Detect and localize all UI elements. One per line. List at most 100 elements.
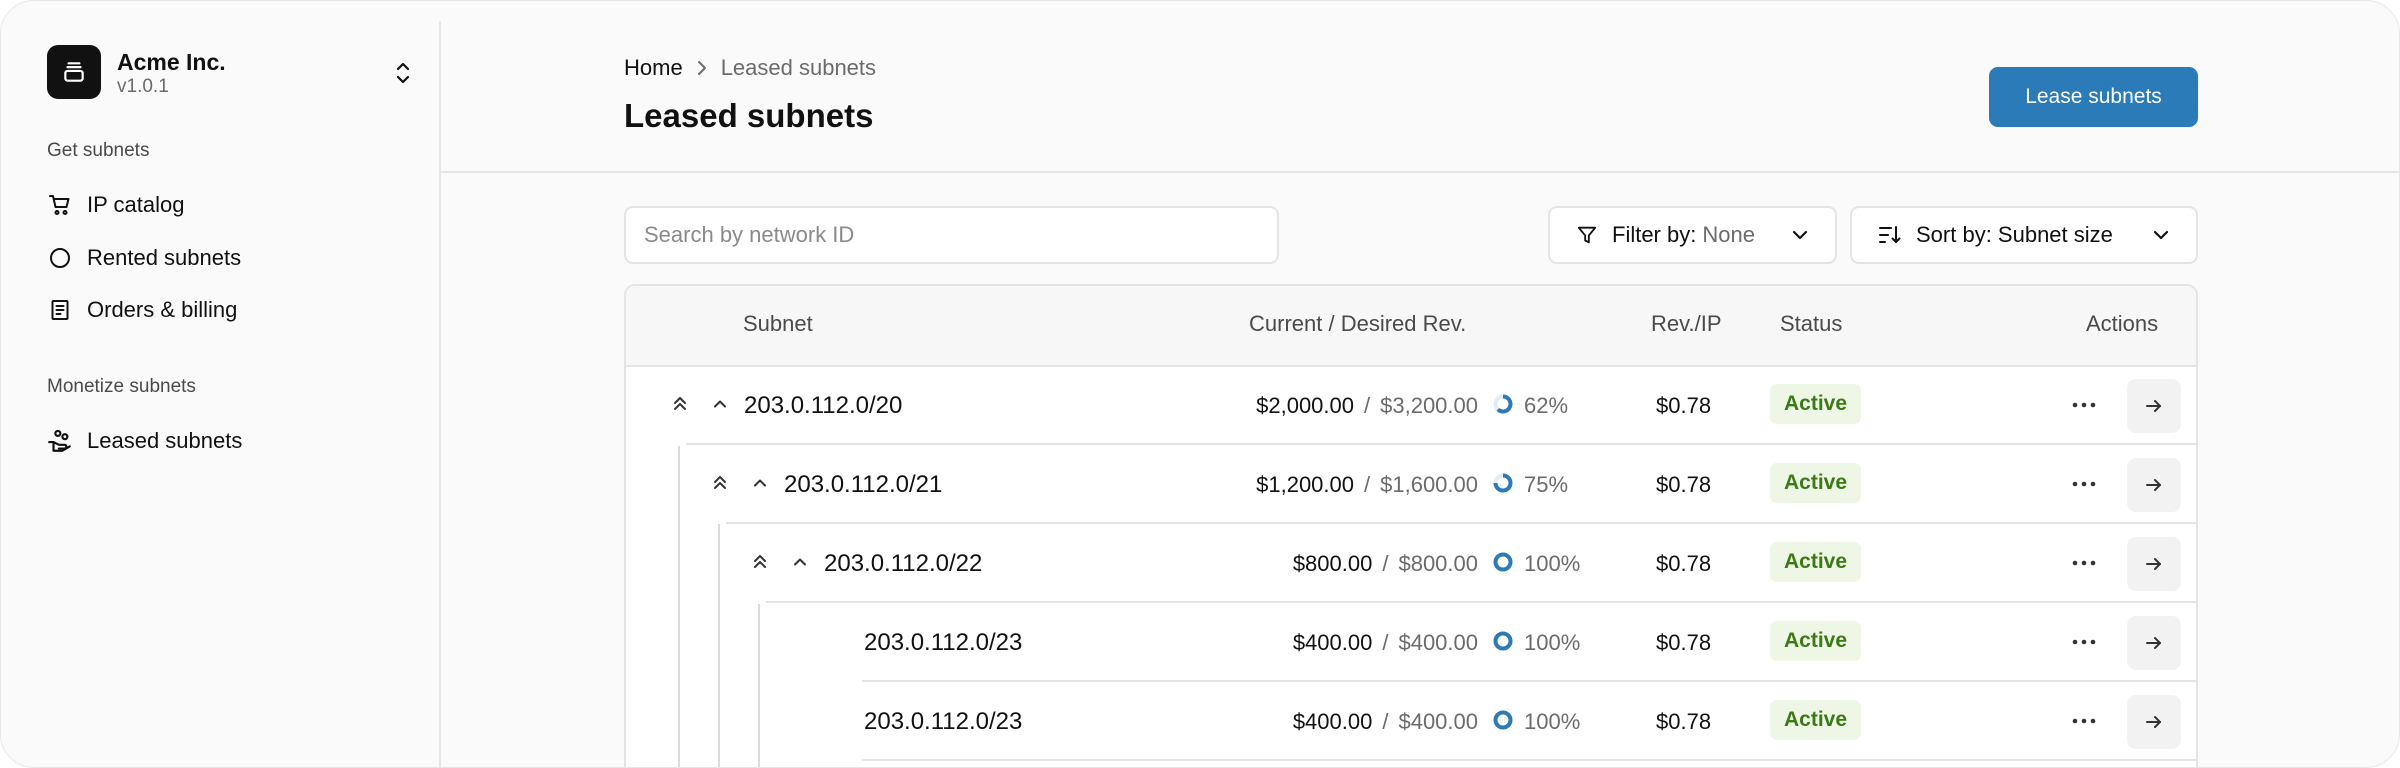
revenue-cell: $400.00 / $400.00 bbox=[1293, 630, 1478, 656]
column-header-subnet[interactable]: Subnet bbox=[743, 311, 813, 337]
arrow-right-icon[interactable] bbox=[2127, 616, 2181, 670]
lease-subnets-button[interactable]: Lease subnets bbox=[1989, 67, 2198, 127]
progress-ring-fill bbox=[1493, 552, 1513, 572]
more-actions-icon[interactable] bbox=[2064, 701, 2104, 741]
rev-ip-cell: $0.78 bbox=[1656, 393, 1712, 418]
sidebar-item-leased-subnets[interactable]: Leased subnets bbox=[47, 421, 417, 461]
progress-ring-fill bbox=[1493, 710, 1513, 730]
filter-value: None bbox=[1702, 222, 1755, 247]
chevron-up-icon[interactable] bbox=[706, 390, 734, 418]
chevron-down-icon bbox=[2152, 226, 2170, 244]
table-row[interactable]: 203.0.112.0/20 $2,000.00 / $3,200.00 62% $… bbox=[626, 365, 2196, 445]
status-badge: Active bbox=[1770, 542, 1862, 582]
org-logo bbox=[47, 45, 101, 99]
desired-revenue: $1,600.00 bbox=[1380, 472, 1478, 497]
sidebar: Acme Inc. v1.0.1 Get subnets IP catalog … bbox=[1, 1, 439, 767]
more-actions-icon[interactable] bbox=[2064, 622, 2104, 662]
receipt-icon bbox=[47, 297, 73, 323]
revenue-cell: $800.00 / $800.00 bbox=[1293, 551, 1478, 577]
column-header-rev-ip[interactable]: Rev./IP bbox=[1651, 311, 1722, 337]
revenue-separator: / bbox=[1382, 709, 1389, 734]
sidebar-item-rented-subnets[interactable]: Rented subnets bbox=[47, 238, 417, 278]
rev-ip-cell: $0.78 bbox=[1656, 709, 1712, 734]
sort-label: Sort by: Subnet size bbox=[1916, 222, 2113, 247]
sidebar-divider bbox=[439, 21, 441, 767]
sort-button[interactable]: Sort by: Subnet size bbox=[1850, 206, 2198, 264]
sort-icon bbox=[1878, 224, 1902, 246]
page-title: Leased subnets bbox=[624, 97, 874, 134]
more-actions-icon[interactable] bbox=[2064, 543, 2104, 583]
chevron-up-icon[interactable] bbox=[746, 469, 774, 497]
arrow-right-icon[interactable] bbox=[2127, 379, 2181, 433]
sidebar-item-orders-billing[interactable]: Orders & billing bbox=[47, 290, 417, 330]
current-revenue: $800.00 bbox=[1292, 551, 1373, 576]
table-row[interactable]: 203.0.112.0/22 $800.00 / $800.00 100% $0.7… bbox=[626, 523, 2196, 603]
org-version: v1.0.1 bbox=[117, 76, 169, 97]
header-divider bbox=[441, 171, 2399, 173]
section-title-monetize-subnets: Monetize subnets bbox=[47, 376, 196, 397]
column-header-revenue[interactable]: Current / Desired Rev. bbox=[1249, 311, 1466, 337]
status-badge: Active bbox=[1770, 384, 1862, 424]
breadcrumb: Home Leased subnets bbox=[624, 55, 876, 81]
percent-cell: 75% bbox=[1524, 472, 1569, 497]
subnet-cell: 203.0.112.0/20 bbox=[744, 392, 903, 419]
table-row[interactable]: 203.0.112.0/23 $400.00 / $400.00 100% $0.7… bbox=[626, 602, 2196, 682]
desired-revenue: $800.00 bbox=[1398, 551, 1478, 576]
sidebar-item-label: IP catalog bbox=[87, 192, 185, 217]
status-badge: Active bbox=[1770, 463, 1862, 503]
progress-ring-icon bbox=[1493, 394, 1513, 414]
rev-ip-cell: $0.78 bbox=[1656, 472, 1712, 497]
chevrons-up-down-icon[interactable] bbox=[389, 59, 417, 87]
more-actions-icon[interactable] bbox=[2064, 385, 2104, 425]
breadcrumb-home-link[interactable]: Home bbox=[624, 55, 683, 81]
table-header: Subnet Current / Desired Rev. Rev./IP St… bbox=[626, 286, 2196, 367]
sidebar-item-label: Rented subnets bbox=[87, 245, 242, 270]
desired-revenue: $400.00 bbox=[1398, 709, 1478, 734]
filter-icon bbox=[1576, 224, 1598, 246]
revenue-separator: / bbox=[1364, 472, 1371, 497]
breadcrumb-current: Leased subnets bbox=[720, 55, 877, 80]
arrow-right-icon[interactable] bbox=[2127, 537, 2181, 591]
subnets-table: Subnet Current / Desired Rev. Rev./IP St… bbox=[624, 284, 2198, 767]
sidebar-item-label: Orders & billing bbox=[87, 297, 238, 322]
progress-ring-icon bbox=[1493, 710, 1513, 730]
org-switcher[interactable]: Acme Inc. v1.0.1 bbox=[47, 45, 417, 101]
progress-ring-fill bbox=[1493, 631, 1513, 651]
app-window: Acme Inc. v1.0.1 Get subnets IP catalog … bbox=[0, 0, 2400, 768]
progress-ring-icon bbox=[1493, 473, 1513, 493]
column-header-status: Status bbox=[1780, 311, 1843, 336]
org-name: Acme Inc. bbox=[117, 49, 226, 75]
search-field bbox=[624, 206, 1279, 264]
filter-label: Filter by: bbox=[1612, 222, 1697, 247]
filter-button[interactable]: Filter by: None bbox=[1548, 206, 1837, 264]
more-actions-icon[interactable] bbox=[2064, 464, 2104, 504]
current-revenue: $400.00 bbox=[1292, 709, 1373, 734]
chevron-right-icon bbox=[695, 59, 709, 77]
revenue-cell: $400.00 / $400.00 bbox=[1293, 709, 1478, 735]
table-row[interactable]: 203.0.112.0/21 $1,200.00 / $1,600.00 75% $… bbox=[626, 444, 2196, 524]
current-revenue: $2,000.00 bbox=[1256, 393, 1354, 418]
chevrons-up-icon[interactable] bbox=[746, 548, 774, 576]
chevrons-up-icon[interactable] bbox=[666, 390, 694, 418]
sidebar-item-ip-catalog[interactable]: IP catalog bbox=[47, 185, 417, 225]
chevrons-up-icon[interactable] bbox=[706, 469, 734, 497]
percent-cell: 62% bbox=[1524, 393, 1569, 418]
revenue-separator: / bbox=[1382, 551, 1389, 576]
chevron-up-icon[interactable] bbox=[786, 548, 814, 576]
desired-revenue: $3,200.00 bbox=[1380, 393, 1478, 418]
status-badge: Active bbox=[1770, 700, 1862, 740]
arrow-right-icon[interactable] bbox=[2127, 695, 2181, 749]
progress-ring-icon bbox=[1493, 552, 1513, 572]
revenue-cell: $2,000.00 / $3,200.00 bbox=[1256, 393, 1478, 419]
current-revenue: $1,200.00 bbox=[1256, 472, 1354, 497]
cart-icon bbox=[47, 192, 73, 218]
search-input[interactable] bbox=[626, 208, 1277, 262]
chevron-down-icon bbox=[1791, 226, 1809, 244]
revenue-separator: / bbox=[1364, 393, 1371, 418]
rev-ip-cell: $0.78 bbox=[1656, 551, 1712, 576]
table-row[interactable]: 203.0.112.0/23 $400.00 / $400.00 100% $0.7… bbox=[626, 681, 2196, 761]
arrow-right-icon[interactable] bbox=[2127, 458, 2181, 512]
row-divider bbox=[862, 759, 2196, 761]
hand-coins-icon bbox=[47, 428, 73, 454]
subnet-cell: 203.0.112.0/23 bbox=[864, 708, 1023, 735]
